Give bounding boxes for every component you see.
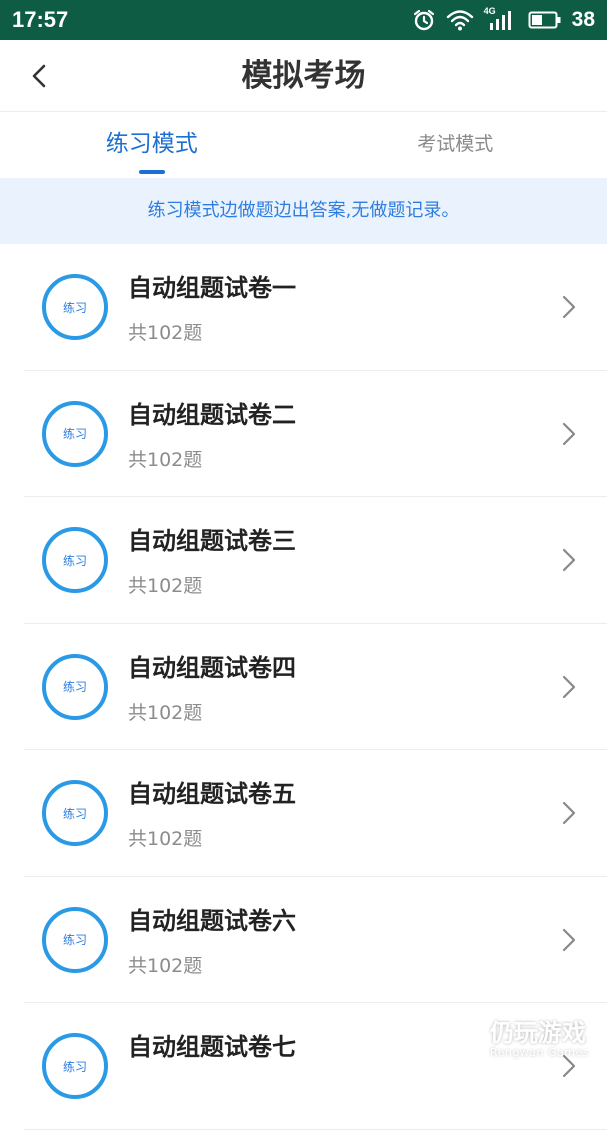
wifi-icon (446, 9, 474, 31)
signal-icon: 4G (484, 8, 518, 32)
chevron-right-icon (561, 927, 577, 953)
list-item[interactable]: 练习 自动组题试卷五 共102题 (24, 750, 607, 877)
practice-badge: 练习 (42, 654, 108, 720)
exam-title: 自动组题试卷六 (128, 901, 296, 936)
practice-badge: 练习 (42, 907, 108, 973)
question-count: 共102题 (128, 951, 202, 978)
mode-tabs: 练习模式 考试模式 (0, 112, 607, 178)
list-item[interactable]: 练习 自动组题试卷三 共102题 (24, 497, 607, 624)
mode-notice: 练习模式边做题边出答案,无做题记录。 (0, 178, 607, 244)
exam-title: 自动组题试卷三 (128, 521, 296, 556)
status-icons: 4G 38 (412, 8, 595, 32)
question-count: 共102题 (128, 571, 202, 598)
watermark-logo-icon (438, 1016, 482, 1064)
practice-badge: 练习 (42, 401, 108, 467)
exam-title: 自动组题试卷二 (128, 395, 296, 430)
exam-title: 自动组题试卷四 (128, 648, 296, 683)
tab-practice-mode[interactable]: 练习模式 (0, 112, 304, 178)
question-count: 共102题 (128, 445, 202, 472)
exam-title: 自动组题试卷五 (128, 774, 296, 809)
exam-list: 练习 自动组题试卷一 共102题 练习 自动组题试卷二 共102题 练习 自动组… (0, 244, 607, 1130)
chevron-right-icon (561, 800, 577, 826)
chevron-right-icon (561, 421, 577, 447)
question-count: 共102题 (128, 698, 202, 725)
exam-title: 自动组题试卷七 (128, 1027, 296, 1062)
battery-icon (528, 10, 562, 30)
tab-label: 练习模式 (106, 131, 198, 157)
battery-level: 38 (572, 8, 595, 32)
watermark: 仍玩游戏 Rengwan Games (438, 1016, 589, 1064)
status-time: 17:57 (12, 7, 68, 33)
practice-badge: 练习 (42, 780, 108, 846)
list-item[interactable]: 练习 自动组题试卷二 共102题 (24, 371, 607, 498)
chevron-right-icon (561, 674, 577, 700)
list-item[interactable]: 练习 自动组题试卷一 共102题 (24, 244, 607, 371)
question-count: 共102题 (128, 318, 202, 345)
status-bar: 17:57 4G (0, 0, 607, 40)
practice-badge: 练习 (42, 1033, 108, 1099)
list-item[interactable]: 练习 自动组题试卷四 共102题 (24, 624, 607, 751)
network-type-label: 4G (484, 6, 496, 16)
watermark-subtext: Rengwan Games (490, 1046, 589, 1060)
list-item[interactable]: 练习 自动组题试卷六 共102题 (24, 877, 607, 1004)
tab-exam-mode[interactable]: 考试模式 (304, 112, 607, 178)
practice-badge: 练习 (42, 527, 108, 593)
practice-badge: 练习 (42, 274, 108, 340)
question-count: 共102题 (128, 824, 202, 851)
alarm-icon (412, 8, 436, 32)
active-tab-indicator (139, 170, 165, 174)
tab-label: 考试模式 (417, 133, 493, 155)
watermark-text: 仍玩游戏 (490, 1020, 589, 1046)
chevron-right-icon (561, 294, 577, 320)
header: 模拟考场 (0, 40, 607, 112)
page-title: 模拟考场 (0, 40, 607, 112)
chevron-right-icon (561, 547, 577, 573)
exam-title: 自动组题试卷一 (128, 268, 296, 303)
